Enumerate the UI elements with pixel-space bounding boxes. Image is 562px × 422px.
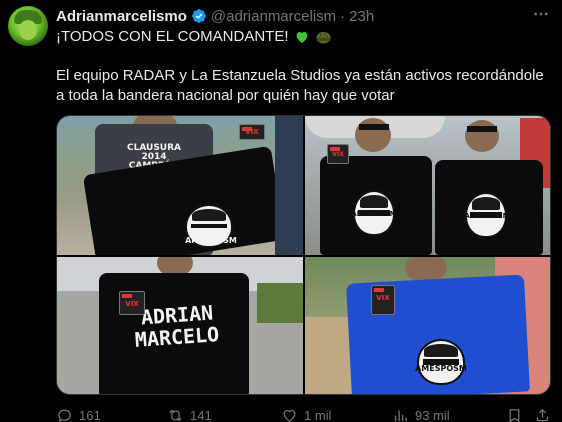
bookmark-button[interactable] [506,407,523,422]
vix-tag-label: VIX [245,128,259,136]
repost-count: 141 [190,407,212,422]
tweet-headline: ¡TODOS CON EL COMANDANTE! [56,28,332,46]
eye-censor-bar [359,124,389,130]
military-helmet-emoji-icon [315,29,332,45]
like-button[interactable]: 1 mil [281,407,331,422]
like-count: 1 mil [304,407,332,422]
view-count: 93 mil [415,407,450,422]
handle[interactable]: @adrianmarcelism [211,8,336,25]
tweet-actions: 161 141 1 mil 93 mil [56,406,551,422]
photo-2[interactable]: AMESPOSM AMESPOSM VIX [305,116,550,255]
avatar-face [19,20,37,40]
eye-censor-bar [467,126,497,132]
tweet-header: Adrianmarcelismo @adrianmarcelism · 23h [56,7,550,25]
reply-count: 161 [79,407,101,422]
vix-tag-label: VIX [376,294,390,302]
green-heart-emoji-icon [294,29,310,45]
shirt-print-text: AMESPOSM [415,364,467,373]
vix-tag-label: VIX [332,151,344,158]
repost-icon [169,409,182,421]
photo-4[interactable]: AMESPOSM VIX [305,257,550,394]
timestamp[interactable]: 23h [349,8,374,25]
display-name[interactable]: Adrianmarcelismo [56,8,187,25]
person-head-right [465,120,499,152]
shirt-print-text: AMESPOSM [185,236,237,245]
shirt-print-text: AMESPOSM [464,212,510,220]
bystander [275,116,303,255]
heart-icon [283,409,296,422]
verified-badge-icon [191,8,207,24]
photo-3[interactable]: ADRIAN MARCELO VIX [57,257,303,394]
headline-text: ¡TODOS CON EL COMANDANTE! [56,28,289,45]
bush [257,283,303,323]
reply-icon [58,409,71,422]
share-icon [536,408,549,421]
separator-dot: · [340,7,346,25]
vix-tag-label: VIX [125,300,139,308]
avatar[interactable] [8,6,48,46]
views-button[interactable]: 93 mil [392,407,450,422]
share-button[interactable] [534,407,551,422]
face-print [417,339,465,385]
repost-button[interactable]: 141 [167,407,212,422]
tweet-body: El equipo RADAR y La Estanzuela Studios … [56,67,544,104]
bookmark-icon [509,408,520,422]
more-horizontal-icon[interactable] [532,5,550,28]
reply-button[interactable]: 161 [56,407,101,422]
views-chart-icon [394,410,407,421]
shirt-print-text: AMESPOSM [351,210,397,218]
media-grid[interactable]: CLAUSURA 2014 CAMPEÓN AMESPOSM VIX AMESP… [56,115,551,395]
photo-1[interactable]: CLAUSURA 2014 CAMPEÓN AMESPOSM VIX [57,116,303,255]
